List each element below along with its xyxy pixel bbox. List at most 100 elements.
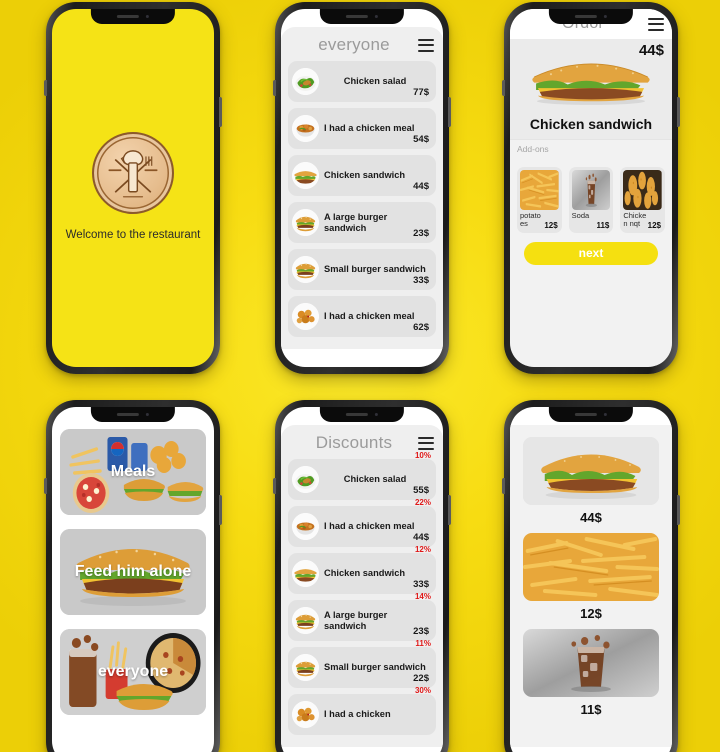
speaker-grille-icon bbox=[116, 15, 139, 18]
discounts-body: Discounts 10% Chicken salad 55$ 22% I had a … bbox=[281, 407, 443, 752]
item-name: I had a chicken meal bbox=[324, 521, 415, 532]
item-price: 33$ bbox=[413, 275, 429, 286]
addons-label: Add-ons bbox=[510, 138, 672, 157]
addon-card[interactable]: Chicken nqt 12$ bbox=[620, 166, 666, 233]
list-item[interactable]: I had a chicken meal 54$ bbox=[288, 108, 436, 149]
speaker-grille-icon bbox=[116, 413, 139, 416]
item-price: 22$ bbox=[413, 673, 429, 684]
basket-item-price: 12$ bbox=[580, 606, 602, 621]
page-title: everyone bbox=[318, 35, 390, 54]
speaker-grille-icon bbox=[345, 15, 368, 18]
speaker-grille-icon bbox=[574, 15, 597, 18]
welcome-text: Welcome to the restaurant bbox=[65, 229, 201, 242]
front-camera-icon bbox=[603, 413, 607, 416]
sandwich-thumb-icon bbox=[292, 162, 319, 189]
list-item[interactable]: Small burger sandwich 33$ bbox=[288, 249, 436, 290]
discount-badge: 10% bbox=[414, 451, 431, 460]
hamburger-menu-icon[interactable] bbox=[418, 38, 434, 52]
mockup-canvas: Welcome to the restaurant everyone Chick bbox=[0, 0, 720, 752]
phone-notch bbox=[319, 407, 405, 422]
screen-everyone: everyone Chicken salad 77$ I had a chicken… bbox=[281, 9, 443, 367]
list-item[interactable]: Chicken sandwich 44$ bbox=[288, 155, 436, 196]
basket-item-image[interactable] bbox=[523, 629, 659, 697]
menu-item-row[interactable]: I had a chicken bbox=[288, 694, 436, 735]
item-name: Small burger sandwich bbox=[324, 662, 426, 673]
front-camera-icon bbox=[603, 15, 607, 18]
nuggets-photo bbox=[623, 169, 663, 210]
screen-order: Ordor 44$ bbox=[510, 9, 672, 367]
chicken-nuggets-thumb-icon bbox=[292, 303, 319, 330]
discount-badge: 11% bbox=[415, 639, 431, 648]
next-button[interactable]: next bbox=[524, 241, 658, 265]
front-camera-icon bbox=[374, 15, 378, 18]
everyone-header: everyone bbox=[288, 32, 436, 61]
phone-mockup-discounts: Discounts 10% Chicken salad 55$ 22% I had a … bbox=[273, 400, 451, 752]
speaker-grille-icon bbox=[345, 413, 368, 416]
basket-item-image[interactable] bbox=[523, 437, 659, 505]
menu-item-row[interactable]: A large burger sandwich 23$ bbox=[288, 600, 436, 641]
product-name: Chicken sandwich bbox=[529, 116, 653, 132]
hamburger-menu-icon[interactable] bbox=[648, 17, 664, 31]
menu-item-row[interactable]: Small burger sandwich 33$ bbox=[288, 249, 436, 290]
menu-item-row[interactable]: Chicken sandwich 33$ bbox=[288, 553, 436, 594]
category-card-list: Meals Feed him alone everyone bbox=[52, 407, 214, 752]
chicken-nuggets-thumb-icon bbox=[292, 701, 319, 728]
list-item[interactable]: 30% I had a chicken bbox=[288, 686, 436, 735]
category-card[interactable]: Feed him alone bbox=[60, 529, 206, 615]
phone-notch bbox=[548, 9, 634, 24]
phone-mockup-basket: 44$ 12$ 11$ bbox=[502, 400, 680, 752]
item-name: Chicken salad bbox=[343, 76, 407, 87]
addon-card[interactable]: potatoes 12$ bbox=[517, 166, 562, 233]
everyone-item-list: Chicken salad 77$ I had a chicken meal 54$ C… bbox=[288, 61, 436, 337]
menu-item-row[interactable]: I had a chicken meal 62$ bbox=[288, 296, 436, 337]
list-item[interactable]: 14% A large burger sandwich 23$ bbox=[288, 592, 436, 641]
salad-thumb-icon bbox=[292, 466, 319, 493]
list-item[interactable]: Chicken salad 77$ bbox=[288, 61, 436, 102]
list-item[interactable]: 12% Chicken sandwich 33$ bbox=[288, 545, 436, 594]
product-price: 44$ bbox=[638, 42, 664, 59]
phone-notch bbox=[319, 9, 405, 24]
category-card[interactable]: Meals bbox=[60, 429, 206, 515]
salad-thumb-icon bbox=[292, 68, 319, 95]
item-price: 33$ bbox=[413, 579, 429, 590]
addon-card[interactable]: Soda 11$ bbox=[568, 166, 614, 233]
menu-item-row[interactable]: Chicken salad 55$ bbox=[288, 459, 436, 500]
splash-content: Welcome to the restaurant bbox=[52, 9, 214, 367]
phone-notch bbox=[90, 9, 176, 24]
phone-mockup-everyone: everyone Chicken salad 77$ I had a chicken… bbox=[273, 2, 451, 374]
chicken-bowl-thumb-icon bbox=[292, 115, 319, 142]
discount-item-list: 10% Chicken salad 55$ 22% I had a chicken me… bbox=[288, 451, 436, 735]
menu-item-row[interactable]: Chicken sandwich 44$ bbox=[288, 155, 436, 196]
list-item[interactable]: I had a chicken meal 62$ bbox=[288, 296, 436, 337]
basket-item-price: 11$ bbox=[580, 702, 602, 717]
addons-list: potatoes 12$ Soda 11$ Chicken nqt 12$ bbox=[510, 156, 672, 233]
speaker-grille-icon bbox=[574, 413, 597, 416]
addon-name: potatoes bbox=[520, 210, 541, 229]
menu-item-row[interactable]: I had a chicken meal 44$ bbox=[288, 506, 436, 547]
hamburger-menu-icon[interactable] bbox=[418, 436, 434, 450]
item-name: Chicken sandwich bbox=[324, 170, 406, 181]
menu-item-row[interactable]: I had a chicken meal 54$ bbox=[288, 108, 436, 149]
basket-item-image[interactable] bbox=[523, 533, 659, 601]
menu-item-row[interactable]: A large burger sandwich 23$ bbox=[288, 202, 436, 243]
addon-price: 11$ bbox=[596, 220, 610, 230]
page-title: Discounts bbox=[315, 433, 393, 452]
screen-basket: 44$ 12$ 11$ bbox=[510, 407, 672, 752]
list-item[interactable]: 10% Chicken salad 55$ bbox=[288, 451, 436, 500]
item-name: I had a chicken bbox=[324, 709, 391, 720]
sandwich-thumb-icon bbox=[292, 560, 319, 587]
item-name: I had a chicken meal bbox=[324, 311, 415, 322]
item-price: 55$ bbox=[413, 485, 429, 496]
addon-price: 12$ bbox=[647, 220, 662, 230]
list-item[interactable]: 22% I had a chicken meal 44$ bbox=[288, 498, 436, 547]
item-price: 44$ bbox=[413, 532, 429, 543]
list-item[interactable]: 11% Small burger sandwich 22$ bbox=[288, 639, 436, 688]
basket-item-list: 44$ 12$ 11$ bbox=[510, 425, 672, 747]
menu-item-row[interactable]: Small burger sandwich 22$ bbox=[288, 647, 436, 688]
discount-badge: 30% bbox=[414, 686, 431, 695]
screen-discounts: Discounts 10% Chicken salad 55$ 22% I had a … bbox=[281, 407, 443, 752]
product-hero: 44$ Chicken sandwich bbox=[510, 39, 672, 139]
category-card[interactable]: everyone bbox=[60, 629, 206, 715]
menu-item-row[interactable]: Chicken salad 77$ bbox=[288, 61, 436, 102]
list-item[interactable]: A large burger sandwich 23$ bbox=[288, 202, 436, 243]
